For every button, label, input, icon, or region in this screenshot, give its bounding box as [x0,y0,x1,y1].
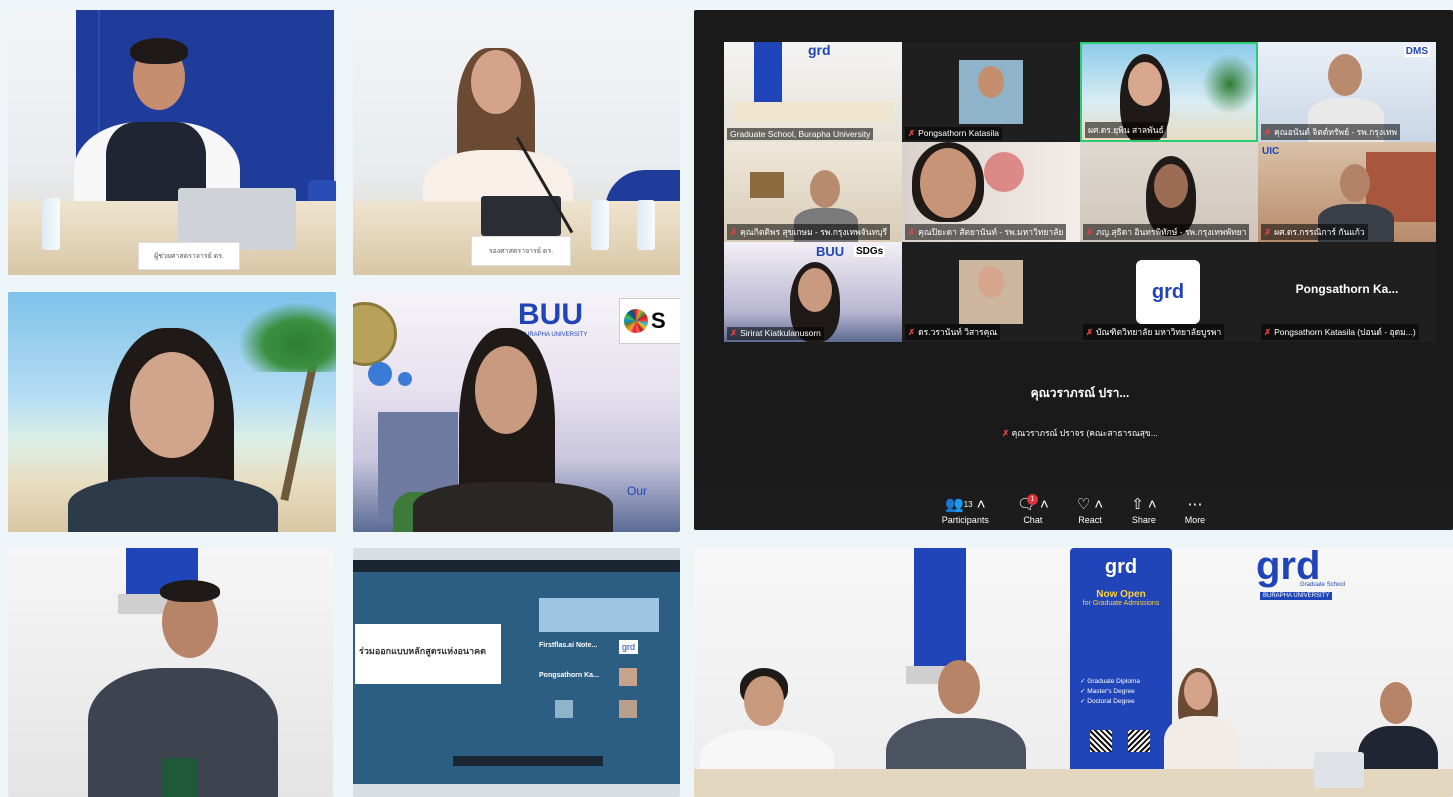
name-plate: ผู้ช่วยศาสตราจารย์ ดร. [138,242,240,270]
video-tile-beach-woman [8,292,336,532]
zoom-tile-p7[interactable]: ✗ ภญ.สุธิดา อินทรพิทักษ์ - รพ.กรุงเทพพัทย… [1080,142,1258,242]
zoom-tile-p10[interactable]: ✗ ดร.วรานันท์ วิสารคุณ [902,242,1080,342]
wall-subtitle-1: Graduate School [1300,582,1346,588]
video-tile-room-man [8,548,333,797]
zoom-tile-name: Pongsathorn Ka... [1295,282,1399,296]
slide-title: ร่วมออกแบบหลักสูตรแห่งอนาคต [359,646,486,656]
tv-grd-logo: grd [619,640,639,654]
name-plate: รองศาสตราจารย์ ดร. [471,236,571,266]
participants-icon: 👥13 ˄ [945,496,986,513]
tv-display: ร่วมออกแบบหลักสูตรแห่งอนาคต Firstflas.ai… [353,560,680,784]
mic-muted-icon: ✗ [908,128,916,138]
more-button[interactable]: ⋯ More [1185,496,1206,526]
university-seal [353,302,397,366]
zoom-tile-dms[interactable]: DMS ✗ คุณอนันต์ จิตต์ทรัพย์ - รพ.กรุงเทพ [1258,42,1436,142]
zoom-tile-active-speaker[interactable]: ผศ.ดร.ยุพิน สาลพันธ์ [1080,42,1258,142]
zoom-name-label: ✗ ภญ.สุธิดา อินทรพิทักษ์ - รพ.กรุงเทพพัทย… [1083,224,1250,240]
banner-title: Now Open [1096,589,1146,600]
zoom-tile-p6[interactable]: ✗ คุณปิยะดา สัตยานันท์ - รพ.มหาวิทยาลัย [902,142,1080,242]
banner-logo: grd [1104,556,1138,578]
zoom-name-label: ✗ คุณปิยะดา สัตยานันท์ - รพ.มหาวิทยาลัย [905,224,1067,240]
zoom-name-label: ✗ คุณอนันต์ จิตต์ทรัพย์ - รพ.กรุงเทพ [1261,124,1401,140]
zoom-name-label: ✗ Sirirat Kiatkulanusorn [727,327,824,340]
zoom-tile-graduate-school[interactable]: grd Graduate School, Burapha University [724,42,902,142]
qr-code-2 [1128,730,1150,752]
zoom-name-label: ✗ ผศ.ดร.กรรณิการ์ กันแก้ว [1261,224,1368,240]
dms-logo: DMS [1403,46,1430,57]
more-icon: ⋯ [1187,496,1203,513]
buu-logo: BUU [518,298,583,331]
banner-list: ✓ Graduate Diploma ✓ Master's Degree ✓ D… [1080,678,1141,705]
uic-logo: UIC [1262,146,1280,157]
sdg-logo: S [619,298,680,344]
grd-logo: grd [1151,280,1185,303]
zoom-tile-sirirat[interactable]: BUU SDGs ✗ Sirirat Kiatkulanusorn [724,242,902,342]
share-button[interactable]: ⇧ ˄ Share [1131,496,1157,526]
zoom-name-label: ✗ คุณกิตติพร สุขเกษม - รพ.กรุงเทพจันทบุรี [727,224,891,240]
zoom-name-label: ผศ.ดร.ยุพิน สาลพันธ์ [1085,122,1167,138]
zoom-name-label: ✗ ดร.วรานันท์ วิสารคุณ [905,324,1001,340]
tv-name-1: Firstflas.ai Note... [539,642,598,649]
zoom-tile-pongsathorn[interactable]: ✗ Pongsathorn Katasila [902,42,1080,142]
chat-badge: 1 [1026,494,1038,505]
zoom-name-label: ✗ Pongsathorn Katasila [905,127,1002,140]
zoom-name-label: ✗ คุณวราภรณ์ ปราจร (คณะสาธารณสุข... [1002,428,1158,438]
share-icon: ⇧ ˄ [1131,496,1157,513]
grd-logo: grd [808,42,831,58]
react-icon: ♡ ˄ [1076,496,1104,513]
video-tile-buu-woman: BUU BURAPHA UNIVERSITY S Our [353,292,680,532]
tv-name-2: Pongsathorn Ka... [539,672,599,679]
zoom-meeting-window: grd Graduate School, Burapha University … [694,10,1453,530]
zoom-tile-waraporn[interactable]: คุณวราภรณ์ ปรา... ✗ คุณวราภรณ์ ปราจร (คณ… [902,352,1258,452]
zoom-tile-name: คุณวราภรณ์ ปรา... [1030,386,1130,400]
video-tile-host-man: ผู้ช่วยศาสตราจารย์ ดร. [8,10,336,275]
sdgs-logo: SDGs [854,246,886,257]
zoom-tile-p5[interactable]: ✗ คุณกิตติพร สุขเกษม - รพ.กรุงเทพจันทบุรี [724,142,902,242]
zoom-name-label: ✗ Pongsathorn Katasila (ปอนด์ - อุดม...) [1261,324,1419,340]
participants-button[interactable]: 👥13 ˄ Participants [942,496,989,526]
admissions-banner: grd Now Open for Graduate Admissions ✓ G… [1070,548,1172,774]
zoom-tile-pongsathorn-2[interactable]: Pongsathorn Ka... ✗ Pongsathorn Katasila … [1258,242,1436,342]
zoom-toolbar: 👥13 ˄ Participants 🗨 ˄ 1 Chat ♡ ˄ React … [694,486,1453,530]
zoom-tile-uic[interactable]: UIC ✗ ผศ.ดร.กรรณิการ์ กันแก้ว [1258,142,1436,242]
wall-subtitle-2: BURAPHA UNIVERSITY [1260,592,1333,600]
zoom-tile-grd[interactable]: grd ✗ บัณฑิตวิทยาลัย มหาวิทยาลัยบูรพา [1080,242,1258,342]
slogan-text: Our [627,484,648,498]
video-tile-host-woman: รองศาสตราจารย์ ดร. [353,10,680,275]
chat-button[interactable]: 🗨 ˄ 1 Chat [1017,494,1049,525]
qr-code-1 [1090,730,1112,752]
video-tile-conference-room: grd Now Open for Graduate Admissions ✓ G… [694,548,1453,797]
buu-logo-small: BUU [816,244,845,259]
react-button[interactable]: ♡ ˄ React [1076,496,1104,526]
presentation-slide: ร่วมออกแบบหลักสูตรแห่งอนาคต [355,624,501,684]
zoom-name-label: ✗ บัณฑิตวิทยาลัย มหาวิทยาลัยบูรพา [1083,324,1225,340]
zoom-name-label: Graduate School, Burapha University [727,128,874,140]
video-tile-tv-screen: ร่วมออกแบบหลักสูตรแห่งอนาคต Firstflas.ai… [353,548,680,797]
banner-subtitle: for Graduate Admissions [1082,600,1160,607]
